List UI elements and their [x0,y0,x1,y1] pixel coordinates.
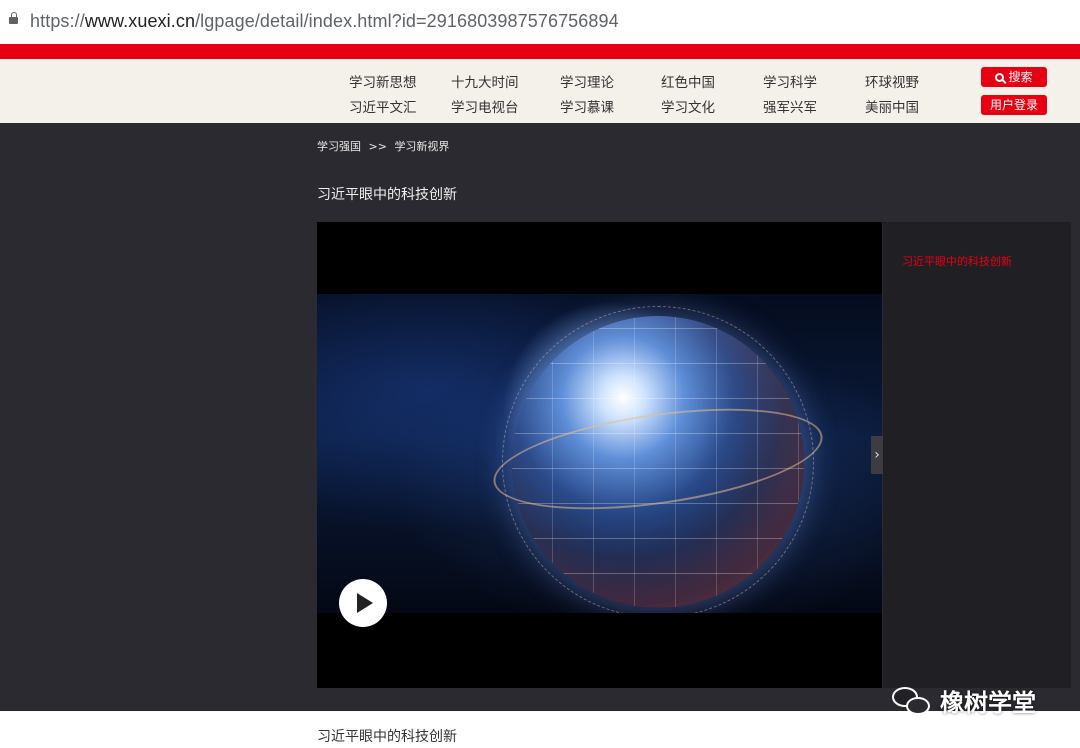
nav-link-xuexi-wenhua[interactable]: 学习文化 [661,96,715,116]
page-title: 习近平眼中的科技创新 [317,187,457,203]
chevron-right-icon[interactable]: › [871,436,883,474]
video-frame [317,294,882,613]
login-button[interactable]: 用户登录 [981,95,1047,115]
nav-link-xuexi-muke[interactable]: 学习慕课 [560,96,614,116]
nav-link-meili-zhongguo[interactable]: 美丽中国 [865,96,919,116]
nav-link-shijiuda[interactable]: 十九大时间 [451,71,519,91]
header-red-bar [0,44,1080,59]
nav-link-xijinping-wenhui[interactable]: 习近平文汇 [349,96,417,116]
article-title: 习近平眼中的科技创新 [317,729,457,745]
nav-link-xuexi-kexue[interactable]: 学习科学 [763,71,817,91]
nav-link-hongse-zhongguo[interactable]: 红色中国 [661,71,715,91]
search-button[interactable]: 搜索 [981,67,1047,87]
nav-link-xuexi-xinsixiang[interactable]: 学习新思想 [349,71,417,91]
nav-link-qiangjun-xingjun[interactable]: 强军兴军 [763,96,817,116]
search-button-label: 搜索 [1008,70,1033,84]
breadcrumb-home[interactable]: 学习强国 [317,140,361,153]
search-icon [995,73,1005,82]
url-text[interactable]: https://www.xuexi.cn/lgpage/detail/index… [30,11,619,32]
wechat-icon [892,685,932,717]
breadcrumb-separator: >> [368,140,387,153]
playlist-panel: 习近平眼中的科技创新 [883,222,1071,688]
url-host: www.xuexi.cn [84,11,196,31]
video-player[interactable] [317,222,882,688]
nav-link-huanqiu-shiye[interactable]: 环球视野 [865,71,919,91]
url-scheme: https:// [30,11,85,31]
login-button-label: 用户登录 [989,98,1038,112]
url-path: /lgpage/detail/index.html?id=29168039875… [195,11,619,31]
watermark: 橡树学堂 [892,683,1036,718]
play-icon[interactable] [339,579,387,627]
breadcrumb-current[interactable]: 学习新视界 [394,140,449,153]
browser-url-bar[interactable]: https://www.xuexi.cn/lgpage/detail/index… [0,0,1080,44]
nav-link-xuexi-lilun[interactable]: 学习理论 [560,71,614,91]
breadcrumb: 学习强国 >> 学习新视界 [317,138,453,154]
nav-link-xuexi-dianshitai[interactable]: 学习电视台 [451,96,519,116]
lock-icon [9,12,18,24]
top-navigation: 学习新思想 十九大时间 学习理论 红色中国 学习科学 环球视野 习近平文汇 学习… [0,59,1080,123]
watermark-text: 橡树学堂 [940,689,1036,717]
playlist-item[interactable]: 习近平眼中的科技创新 [902,253,1012,269]
